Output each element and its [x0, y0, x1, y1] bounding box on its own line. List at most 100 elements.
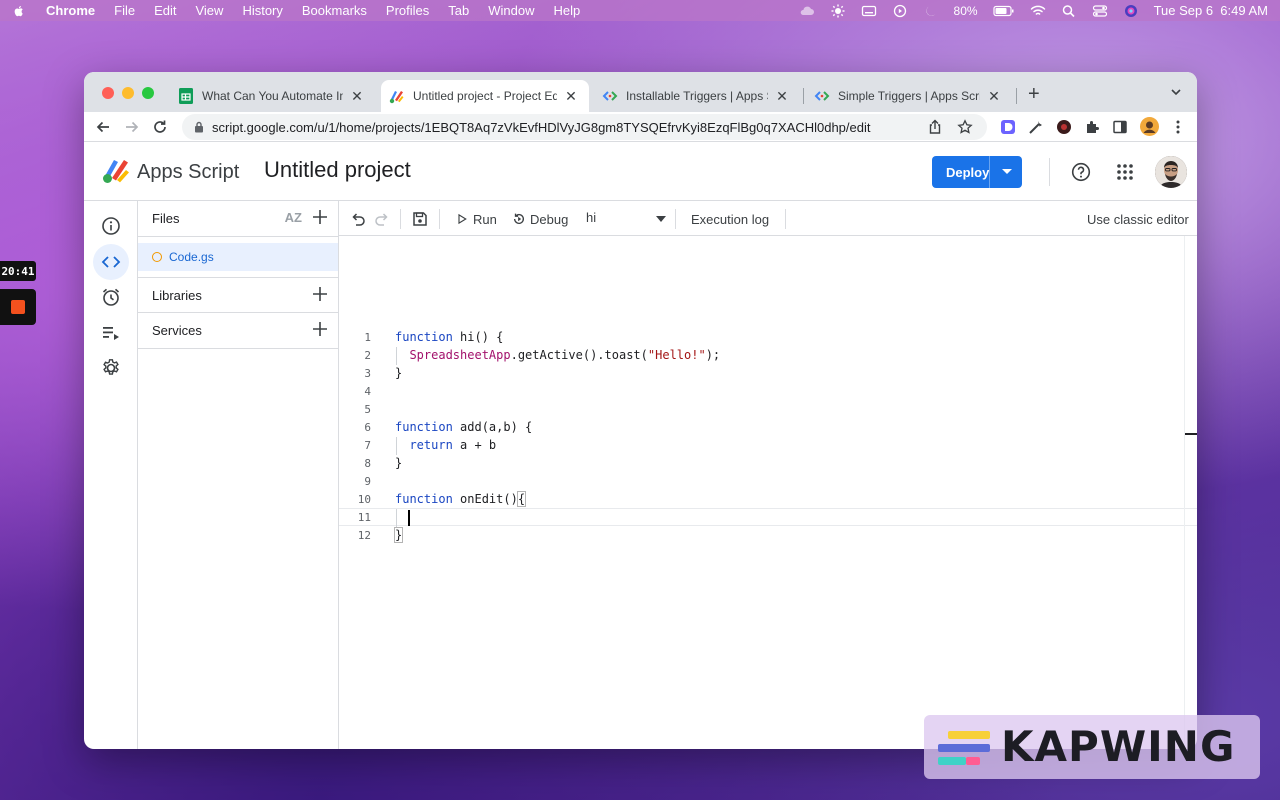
tab-sheets[interactable]: What Can You Automate In Goo ✕ [170, 80, 375, 112]
use-classic-editor-button[interactable]: Use classic editor [1087, 210, 1189, 228]
tab-installable-triggers[interactable]: Installable Triggers | Apps Scr ✕ [594, 80, 800, 112]
text-cursor [408, 510, 410, 526]
minimize-window-button[interactable] [122, 87, 134, 99]
rail-settings[interactable] [93, 350, 129, 386]
back-arrow-icon[interactable] [94, 118, 112, 136]
sort-files-button[interactable]: AZ [285, 210, 302, 225]
more-vert-icon[interactable] [1170, 119, 1186, 135]
menu-help[interactable]: Help [554, 3, 581, 18]
project-title[interactable]: Untitled project [264, 157, 411, 183]
code-line-current[interactable]: 11 [339, 508, 1197, 526]
menu-profiles[interactable]: Profiles [386, 3, 429, 18]
siri-icon[interactable] [1123, 4, 1139, 18]
fullscreen-window-button[interactable] [142, 87, 154, 99]
gear-icon [103, 359, 119, 375]
tab-title: Installable Triggers | Apps Scr [626, 89, 768, 103]
deploy-button[interactable]: Deploy [932, 156, 1022, 188]
function-select[interactable]: hi [586, 210, 668, 228]
share-icon[interactable] [927, 119, 943, 135]
close-tab-icon[interactable]: ✕ [986, 88, 1002, 105]
add-library-plus-icon[interactable] [312, 286, 328, 302]
redo-button[interactable] [374, 210, 390, 228]
code-line[interactable]: 6 function add(a,b) { [339, 419, 1197, 437]
line-number: 11 [357, 511, 371, 524]
add-service-plus-icon[interactable] [312, 321, 328, 337]
add-file-plus-icon[interactable] [312, 209, 328, 225]
code-line[interactable]: 5 [339, 401, 1197, 419]
code-line[interactable]: 2 SpreadsheetApp.getActive().toast("Hell… [339, 347, 1197, 365]
apps-script-logo-icon[interactable] [102, 158, 132, 184]
bookmark-star-icon[interactable] [957, 119, 973, 135]
code-line[interactable]: 10 function onEdit(){ [339, 491, 1197, 509]
new-tab-button[interactable]: + [1028, 84, 1040, 104]
code-icon [602, 88, 618, 104]
tab-search-chevron-icon[interactable] [1170, 86, 1182, 98]
side-panel-icon[interactable] [1112, 119, 1128, 135]
deploy-dropdown-caret-icon[interactable] [1002, 169, 1012, 174]
menu-view[interactable]: View [195, 3, 223, 18]
moon-icon[interactable] [923, 4, 939, 18]
recording-timer: 20:41 [0, 261, 36, 281]
code-line[interactable]: 1 function hi() { [339, 329, 1197, 347]
apple-icon[interactable] [12, 4, 26, 18]
code-line[interactable]: 3} [339, 365, 1197, 383]
battery-icon[interactable] [992, 4, 1015, 18]
wifi-icon[interactable] [1030, 4, 1046, 18]
toolbar-divider [439, 209, 440, 229]
reload-icon[interactable] [151, 118, 169, 136]
close-window-button[interactable] [102, 87, 114, 99]
keyboard-icon[interactable] [861, 4, 877, 18]
file-item-code-gs[interactable]: Code.gs [138, 243, 338, 271]
editor-scrollbar-track[interactable] [1184, 236, 1185, 749]
play-circle-icon[interactable] [892, 4, 908, 18]
menu-bookmarks[interactable]: Bookmarks [302, 3, 367, 18]
menu-window[interactable]: Window [488, 3, 534, 18]
help-icon[interactable] [1071, 162, 1091, 182]
control-center-icon[interactable] [1092, 4, 1108, 18]
code-line[interactable]: 4 [339, 383, 1197, 401]
debug-button[interactable]: Debug [512, 210, 568, 228]
extension-d-icon[interactable] [1000, 119, 1016, 135]
code-editor[interactable]: 1 function hi() { 2 SpreadsheetApp.getAct… [339, 236, 1197, 749]
rail-triggers[interactable] [93, 279, 129, 315]
forward-arrow-icon[interactable] [123, 118, 141, 136]
rail-editor[interactable] [93, 244, 129, 280]
menubar-clock[interactable]: Tue Sep 6 6:49 AM [1154, 3, 1268, 18]
close-tab-icon[interactable]: ✕ [349, 88, 365, 105]
rail-overview[interactable] [93, 208, 129, 244]
extension-dark-circle-icon[interactable] [1056, 119, 1072, 135]
code-line[interactable]: 9 [339, 473, 1197, 491]
rail-executions[interactable] [93, 315, 129, 351]
deploy-divider [989, 156, 990, 188]
line-number: 12 [357, 529, 371, 542]
menu-tab[interactable]: Tab [448, 3, 469, 18]
code-line[interactable]: 7 return a + b [339, 437, 1197, 455]
profile-avatar-icon[interactable] [1140, 117, 1159, 136]
run-button[interactable]: Run [456, 210, 497, 228]
services-header: Services [138, 313, 338, 349]
code-line[interactable]: 12} [339, 527, 1197, 545]
header-divider [1049, 158, 1050, 186]
code-line[interactable]: 8} [339, 455, 1197, 473]
cloud-icon[interactable] [799, 4, 815, 18]
execution-log-button[interactable]: Execution log [691, 210, 769, 228]
brightness-icon[interactable] [830, 4, 846, 18]
close-tab-icon[interactable]: ✕ [563, 88, 579, 105]
undo-button[interactable] [350, 210, 366, 228]
close-tab-icon[interactable]: ✕ [774, 88, 790, 105]
menu-app-name[interactable]: Chrome [46, 3, 95, 18]
menu-edit[interactable]: Edit [154, 3, 176, 18]
save-button[interactable] [412, 210, 428, 228]
stop-recording-button[interactable] [0, 289, 36, 325]
spotlight-search-icon[interactable] [1061, 4, 1077, 18]
menu-file[interactable]: File [114, 3, 135, 18]
google-apps-grid-icon[interactable] [1115, 162, 1135, 182]
tab-simple-triggers[interactable]: Simple Triggers | Apps Script ✕ [806, 80, 1012, 112]
lock-icon[interactable] [194, 121, 204, 133]
tab-project-editor[interactable]: Untitled project - Project Editor ✕ [381, 80, 589, 112]
account-avatar[interactable] [1155, 156, 1187, 188]
extension-wand-icon[interactable] [1028, 119, 1044, 135]
address-bar[interactable]: script.google.com/u/1/home/projects/1EBQ… [182, 114, 987, 140]
extensions-puzzle-icon[interactable] [1084, 119, 1100, 135]
menu-history[interactable]: History [242, 3, 282, 18]
